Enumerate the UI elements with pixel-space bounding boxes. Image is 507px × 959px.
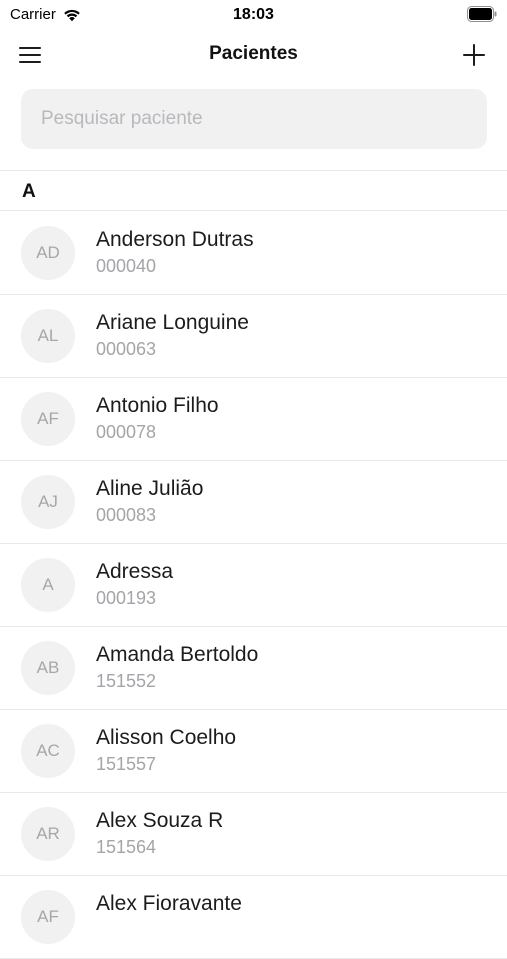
search-bar [21,89,487,149]
battery-icon [467,6,497,22]
section-letter: A [22,181,36,202]
patient-code: 151552 [96,671,157,691]
navigation-bar: Pacientes [0,30,507,80]
search-input[interactable] [21,89,487,149]
avatar: AC [21,724,75,778]
status-time: 18:03 [233,6,274,23]
list-item[interactable]: AL Ariane Longuine 000063 [0,295,507,378]
list-item[interactable]: A Adressa 000193 [0,544,507,627]
page-title: Pacientes [209,43,298,64]
patient-name: Alisson Coelho [96,726,237,749]
plus-icon [463,44,485,66]
patient-code: 151564 [96,837,157,857]
avatar: AF [21,890,75,944]
patient-name: Adressa [96,560,174,583]
patient-list: AD Anderson Dutras 000040 AL Ariane Long… [0,212,507,959]
list-item[interactable]: AC Alisson Coelho 151557 [0,710,507,793]
list-item[interactable]: AJ Aline Julião 000083 [0,461,507,544]
avatar: AR [21,807,75,861]
patient-name: Antonio Filho [96,394,219,417]
list-item[interactable]: AR Alex Souza R 151564 [0,793,507,876]
patient-code: 000193 [96,588,157,608]
list-item[interactable]: AF Antonio Filho 000078 [0,378,507,461]
patient-code: 000063 [96,339,157,359]
avatar: AF [21,392,75,446]
patient-code: 000040 [96,256,157,276]
patient-name: Amanda Bertoldo [96,643,259,666]
status-bar: Carrier 18:03 [0,0,507,30]
list-item[interactable]: AD Anderson Dutras 000040 [0,212,507,295]
patient-code: 000083 [96,505,157,525]
list-item[interactable]: AF Alex Fioravante [0,876,507,959]
patient-name: Ariane Longuine [96,311,249,334]
avatar: AB [21,641,75,695]
avatar: AJ [21,475,75,529]
patient-name: Anderson Dutras [96,228,254,251]
patient-code: 000078 [96,422,157,442]
patient-code: 151557 [96,754,157,774]
patient-name: Alex Fioravante [96,892,242,915]
patient-name: Alex Souza R [96,809,224,832]
add-patient-button[interactable] [459,40,489,70]
list-item[interactable]: AB Amanda Bertoldo 151552 [0,627,507,710]
avatar: A [21,558,75,612]
avatar: AL [21,309,75,363]
patient-name: Aline Julião [96,477,204,500]
section-header: A [0,170,507,211]
avatar: AD [21,226,75,280]
